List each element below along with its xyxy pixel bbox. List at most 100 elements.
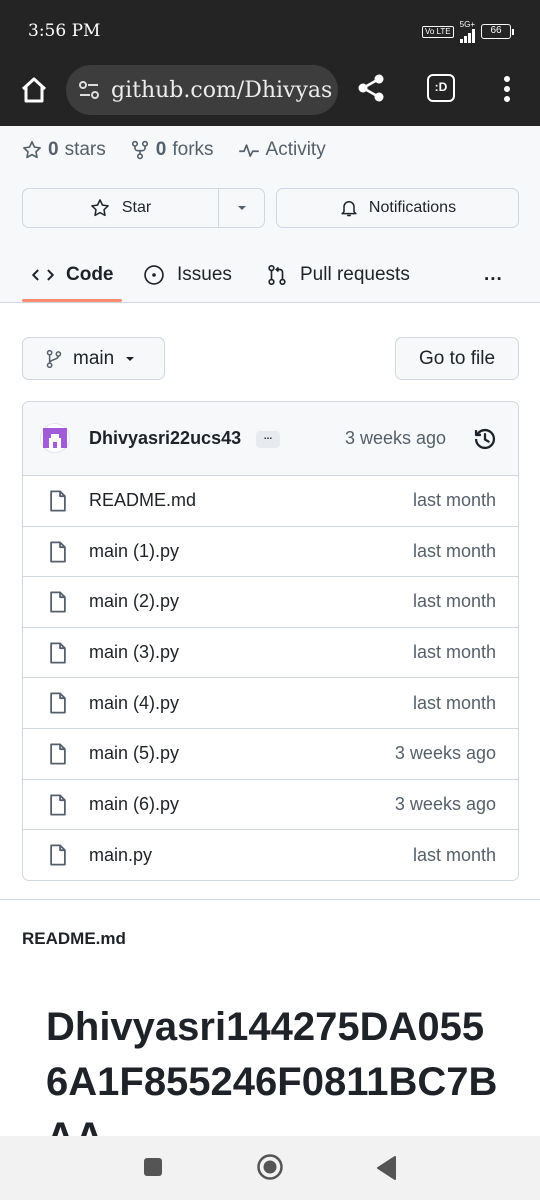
file-time: last month [412,844,496,865]
caret-down-icon [126,356,135,361]
active-tab-indicator [22,299,122,302]
latest-commit: Dhivyasri22ucs43 ... 3 weeks ago [23,402,518,476]
back-icon[interactable] [375,1155,397,1181]
star-icon [23,141,41,159]
share-icon[interactable] [355,72,387,104]
branch-name: main [73,347,115,369]
avatar[interactable] [40,423,70,453]
commit-time: 3 weeks ago [345,428,447,448]
branch-selector[interactable]: main [22,337,165,380]
tab-pull-requests-label: Pull requests [300,263,410,285]
history-icon[interactable] [472,426,498,452]
notifications-label: Notifications [368,199,457,216]
file-list: Dhivyasri22ucs43 ... 3 weeks ago README.… [22,401,519,881]
recents-icon[interactable] [144,1158,162,1176]
file-row[interactable]: main.py last month [23,830,518,880]
file-icon [50,642,66,664]
file-icon [50,692,66,714]
file-time: 3 weeks ago [394,743,496,764]
repo-tabs: Code Issues Pull requests ... [0,246,540,303]
stars-label: stars [64,139,106,160]
network-type: 5G+ [459,20,475,29]
star-button-label: Star [121,199,152,216]
branch-icon [46,349,62,368]
file-icon [50,794,66,816]
tab-pull-requests[interactable]: Pull requests [266,246,410,303]
file-time: last month [412,490,496,511]
tab-issues[interactable]: Issues [143,246,232,303]
tune-icon[interactable] [77,78,101,102]
battery-icon: 66 [481,24,514,39]
address-bar[interactable]: github.com/Dhivyas [66,65,338,115]
bell-icon [341,201,357,217]
activity-link[interactable]: Activity [238,139,326,161]
file-name[interactable]: main (1).py [89,541,179,562]
file-name[interactable]: main (3).py [89,642,179,663]
star-button-group: Star [22,188,265,228]
file-row[interactable]: main (4).py last month [23,678,518,729]
signal-indicator: 5G+ [460,20,475,43]
pulse-icon [238,144,259,157]
file-name[interactable]: main (5).py [89,743,179,764]
tab-code-label: Code [66,263,114,285]
file-time: last month [412,540,496,561]
forks-count: 0 [155,139,167,160]
tab-more-button[interactable]: ... [484,246,503,303]
star-button[interactable]: Star [23,189,219,227]
file-icon [50,743,66,765]
file-row[interactable]: main (1).py last month [23,527,518,578]
file-name[interactable]: main (6).py [89,794,179,815]
readme-title: Dhivyasri144275DA0556A1F855246F0811BC7BA… [46,1005,498,1136]
fork-icon [131,140,148,160]
notifications-button[interactable]: Notifications [276,188,519,228]
issue-icon [144,264,164,285]
code-icon [32,268,54,281]
file-icon [50,541,66,563]
file-name[interactable]: main (4).py [89,693,179,714]
forks-link[interactable]: 0 forks [130,139,214,161]
file-row[interactable]: main (6).py 3 weeks ago [23,780,518,831]
file-row[interactable]: main (5).py 3 weeks ago [23,729,518,780]
tab-issues-label: Issues [177,263,232,285]
menu-icon[interactable] [496,72,518,106]
browser-toolbar: github.com/Dhivyas :D [0,62,540,126]
file-row[interactable]: main (3).py last month [23,628,518,679]
file-time: 3 weeks ago [394,793,496,814]
star-icon [90,199,109,217]
tab-code[interactable]: Code [32,246,114,303]
stars-count: 0 [48,139,59,160]
stars-link[interactable]: 0 stars [22,139,106,161]
file-time: last month [412,591,496,612]
pull-request-icon [268,264,286,285]
system-icons: Vo LTE 5G+ 66 [422,20,514,43]
commit-author[interactable]: Dhivyasri22ucs43 [89,428,241,449]
repo-meta: 0 stars 0 forks Activity [22,139,326,161]
volte-badge: Vo LTE [422,25,454,38]
system-nav-bar [0,1136,540,1200]
file-time: last month [412,692,496,713]
file-icon [50,844,66,866]
divider [0,899,540,900]
signal-bars-icon [459,29,475,43]
home-circle-icon[interactable] [256,1153,284,1181]
readme-label[interactable]: README.md [22,929,126,949]
url-text[interactable]: github.com/Dhivyas [111,78,332,103]
tabs-icon[interactable]: :D [427,74,455,102]
star-dropdown-button[interactable] [219,204,264,212]
home-icon[interactable] [18,74,50,106]
file-row[interactable]: README.md last month [23,476,518,527]
file-icon [50,591,66,613]
activity-label: Activity [265,139,326,160]
repo-header: 0 stars 0 forks Activity Star Notificati… [0,126,540,303]
file-name[interactable]: main.py [89,845,152,866]
file-name[interactable]: main (2).py [89,591,179,612]
file-row[interactable]: main (2).py last month [23,577,518,628]
commit-message-toggle[interactable]: ... [256,431,280,448]
status-time: 3:56 PM [28,21,101,41]
forks-label: forks [172,139,214,160]
go-to-file-button[interactable]: Go to file [395,337,519,380]
identicon-icon [43,428,67,448]
file-name[interactable]: README.md [89,490,196,511]
readme-content: Dhivyasri144275DA0556A1F855246F0811BC7BA… [0,990,540,1136]
battery-level: 66 [481,24,511,39]
